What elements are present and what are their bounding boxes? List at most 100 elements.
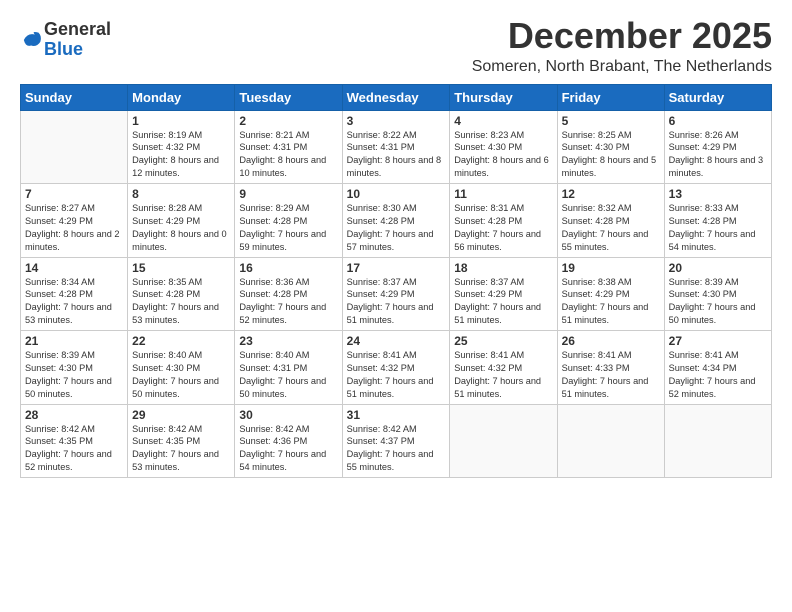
day-info: Sunrise: 8:19 AMSunset: 4:32 PMDaylight:… bbox=[132, 129, 230, 181]
day-number: 31 bbox=[347, 408, 446, 422]
weekday-header: Sunday bbox=[21, 84, 128, 110]
day-number: 9 bbox=[239, 187, 337, 201]
calendar-day-cell: 5Sunrise: 8:25 AMSunset: 4:30 PMDaylight… bbox=[557, 110, 664, 184]
calendar-day-cell: 27Sunrise: 8:41 AMSunset: 4:34 PMDayligh… bbox=[664, 331, 771, 405]
calendar-day-cell: 12Sunrise: 8:32 AMSunset: 4:28 PMDayligh… bbox=[557, 184, 664, 258]
calendar-day-cell: 2Sunrise: 8:21 AMSunset: 4:31 PMDaylight… bbox=[235, 110, 342, 184]
title-area: December 2025 Someren, North Brabant, Th… bbox=[472, 16, 772, 76]
calendar-day-cell: 22Sunrise: 8:40 AMSunset: 4:30 PMDayligh… bbox=[128, 331, 235, 405]
calendar-day-cell: 18Sunrise: 8:37 AMSunset: 4:29 PMDayligh… bbox=[450, 257, 557, 331]
calendar-day-cell: 31Sunrise: 8:42 AMSunset: 4:37 PMDayligh… bbox=[342, 404, 450, 478]
day-number: 20 bbox=[669, 261, 767, 275]
day-number: 1 bbox=[132, 114, 230, 128]
day-number: 29 bbox=[132, 408, 230, 422]
day-number: 11 bbox=[454, 187, 552, 201]
day-number: 21 bbox=[25, 334, 123, 348]
day-number: 16 bbox=[239, 261, 337, 275]
calendar-day-cell bbox=[664, 404, 771, 478]
day-info: Sunrise: 8:30 AMSunset: 4:28 PMDaylight:… bbox=[347, 202, 446, 254]
day-number: 22 bbox=[132, 334, 230, 348]
calendar-day-cell: 19Sunrise: 8:38 AMSunset: 4:29 PMDayligh… bbox=[557, 257, 664, 331]
month-title: December 2025 bbox=[472, 16, 772, 56]
day-number: 13 bbox=[669, 187, 767, 201]
calendar-table: SundayMondayTuesdayWednesdayThursdayFrid… bbox=[20, 84, 772, 479]
day-number: 10 bbox=[347, 187, 446, 201]
day-info: Sunrise: 8:40 AMSunset: 4:30 PMDaylight:… bbox=[132, 349, 230, 401]
day-info: Sunrise: 8:40 AMSunset: 4:31 PMDaylight:… bbox=[239, 349, 337, 401]
weekday-header: Thursday bbox=[450, 84, 557, 110]
day-number: 27 bbox=[669, 334, 767, 348]
calendar-day-cell: 28Sunrise: 8:42 AMSunset: 4:35 PMDayligh… bbox=[21, 404, 128, 478]
calendar-day-cell: 9Sunrise: 8:29 AMSunset: 4:28 PMDaylight… bbox=[235, 184, 342, 258]
calendar-week-row: 7Sunrise: 8:27 AMSunset: 4:29 PMDaylight… bbox=[21, 184, 772, 258]
calendar-week-row: 1Sunrise: 8:19 AMSunset: 4:32 PMDaylight… bbox=[21, 110, 772, 184]
day-number: 18 bbox=[454, 261, 552, 275]
weekday-header: Saturday bbox=[664, 84, 771, 110]
calendar-day-cell: 15Sunrise: 8:35 AMSunset: 4:28 PMDayligh… bbox=[128, 257, 235, 331]
day-info: Sunrise: 8:31 AMSunset: 4:28 PMDaylight:… bbox=[454, 202, 552, 254]
calendar-day-cell bbox=[557, 404, 664, 478]
calendar-day-cell: 29Sunrise: 8:42 AMSunset: 4:35 PMDayligh… bbox=[128, 404, 235, 478]
day-number: 7 bbox=[25, 187, 123, 201]
calendar-day-cell: 11Sunrise: 8:31 AMSunset: 4:28 PMDayligh… bbox=[450, 184, 557, 258]
calendar-day-cell: 21Sunrise: 8:39 AMSunset: 4:30 PMDayligh… bbox=[21, 331, 128, 405]
day-number: 25 bbox=[454, 334, 552, 348]
day-number: 26 bbox=[562, 334, 660, 348]
day-info: Sunrise: 8:22 AMSunset: 4:31 PMDaylight:… bbox=[347, 129, 446, 181]
day-info: Sunrise: 8:42 AMSunset: 4:37 PMDaylight:… bbox=[347, 423, 446, 475]
weekday-header: Friday bbox=[557, 84, 664, 110]
weekday-header: Wednesday bbox=[342, 84, 450, 110]
day-number: 24 bbox=[347, 334, 446, 348]
day-info: Sunrise: 8:33 AMSunset: 4:28 PMDaylight:… bbox=[669, 202, 767, 254]
day-info: Sunrise: 8:37 AMSunset: 4:29 PMDaylight:… bbox=[347, 276, 446, 328]
day-info: Sunrise: 8:41 AMSunset: 4:32 PMDaylight:… bbox=[347, 349, 446, 401]
day-info: Sunrise: 8:41 AMSunset: 4:34 PMDaylight:… bbox=[669, 349, 767, 401]
day-info: Sunrise: 8:21 AMSunset: 4:31 PMDaylight:… bbox=[239, 129, 337, 181]
calendar-day-cell: 14Sunrise: 8:34 AMSunset: 4:28 PMDayligh… bbox=[21, 257, 128, 331]
weekday-header: Tuesday bbox=[235, 84, 342, 110]
day-number: 3 bbox=[347, 114, 446, 128]
calendar-day-cell: 25Sunrise: 8:41 AMSunset: 4:32 PMDayligh… bbox=[450, 331, 557, 405]
day-number: 4 bbox=[454, 114, 552, 128]
calendar-day-cell bbox=[21, 110, 128, 184]
day-info: Sunrise: 8:32 AMSunset: 4:28 PMDaylight:… bbox=[562, 202, 660, 254]
day-info: Sunrise: 8:23 AMSunset: 4:30 PMDaylight:… bbox=[454, 129, 552, 181]
calendar-day-cell: 17Sunrise: 8:37 AMSunset: 4:29 PMDayligh… bbox=[342, 257, 450, 331]
day-number: 6 bbox=[669, 114, 767, 128]
calendar-week-row: 21Sunrise: 8:39 AMSunset: 4:30 PMDayligh… bbox=[21, 331, 772, 405]
calendar-day-cell: 24Sunrise: 8:41 AMSunset: 4:32 PMDayligh… bbox=[342, 331, 450, 405]
logo-general: General bbox=[44, 19, 111, 39]
calendar-day-cell: 3Sunrise: 8:22 AMSunset: 4:31 PMDaylight… bbox=[342, 110, 450, 184]
day-info: Sunrise: 8:41 AMSunset: 4:32 PMDaylight:… bbox=[454, 349, 552, 401]
location: Someren, North Brabant, The Netherlands bbox=[472, 58, 772, 76]
day-number: 12 bbox=[562, 187, 660, 201]
calendar-day-cell: 8Sunrise: 8:28 AMSunset: 4:29 PMDaylight… bbox=[128, 184, 235, 258]
day-number: 28 bbox=[25, 408, 123, 422]
header: General Blue December 2025 Someren, Nort… bbox=[20, 16, 772, 76]
day-info: Sunrise: 8:36 AMSunset: 4:28 PMDaylight:… bbox=[239, 276, 337, 328]
logo-text: General Blue bbox=[44, 20, 111, 60]
day-number: 14 bbox=[25, 261, 123, 275]
calendar-day-cell: 4Sunrise: 8:23 AMSunset: 4:30 PMDaylight… bbox=[450, 110, 557, 184]
day-info: Sunrise: 8:39 AMSunset: 4:30 PMDaylight:… bbox=[669, 276, 767, 328]
calendar-day-cell: 23Sunrise: 8:40 AMSunset: 4:31 PMDayligh… bbox=[235, 331, 342, 405]
calendar-day-cell: 20Sunrise: 8:39 AMSunset: 4:30 PMDayligh… bbox=[664, 257, 771, 331]
day-info: Sunrise: 8:42 AMSunset: 4:36 PMDaylight:… bbox=[239, 423, 337, 475]
day-number: 23 bbox=[239, 334, 337, 348]
logo: General Blue bbox=[20, 20, 111, 60]
day-info: Sunrise: 8:26 AMSunset: 4:29 PMDaylight:… bbox=[669, 129, 767, 181]
calendar-day-cell bbox=[450, 404, 557, 478]
day-info: Sunrise: 8:29 AMSunset: 4:28 PMDaylight:… bbox=[239, 202, 337, 254]
calendar-day-cell: 30Sunrise: 8:42 AMSunset: 4:36 PMDayligh… bbox=[235, 404, 342, 478]
day-info: Sunrise: 8:37 AMSunset: 4:29 PMDaylight:… bbox=[454, 276, 552, 328]
logo-blue: Blue bbox=[44, 39, 83, 59]
day-info: Sunrise: 8:35 AMSunset: 4:28 PMDaylight:… bbox=[132, 276, 230, 328]
weekday-header: Monday bbox=[128, 84, 235, 110]
calendar-page: General Blue December 2025 Someren, Nort… bbox=[0, 0, 792, 488]
calendar-week-row: 14Sunrise: 8:34 AMSunset: 4:28 PMDayligh… bbox=[21, 257, 772, 331]
calendar-day-cell: 16Sunrise: 8:36 AMSunset: 4:28 PMDayligh… bbox=[235, 257, 342, 331]
day-number: 2 bbox=[239, 114, 337, 128]
calendar-day-cell: 1Sunrise: 8:19 AMSunset: 4:32 PMDaylight… bbox=[128, 110, 235, 184]
day-info: Sunrise: 8:42 AMSunset: 4:35 PMDaylight:… bbox=[132, 423, 230, 475]
day-info: Sunrise: 8:34 AMSunset: 4:28 PMDaylight:… bbox=[25, 276, 123, 328]
